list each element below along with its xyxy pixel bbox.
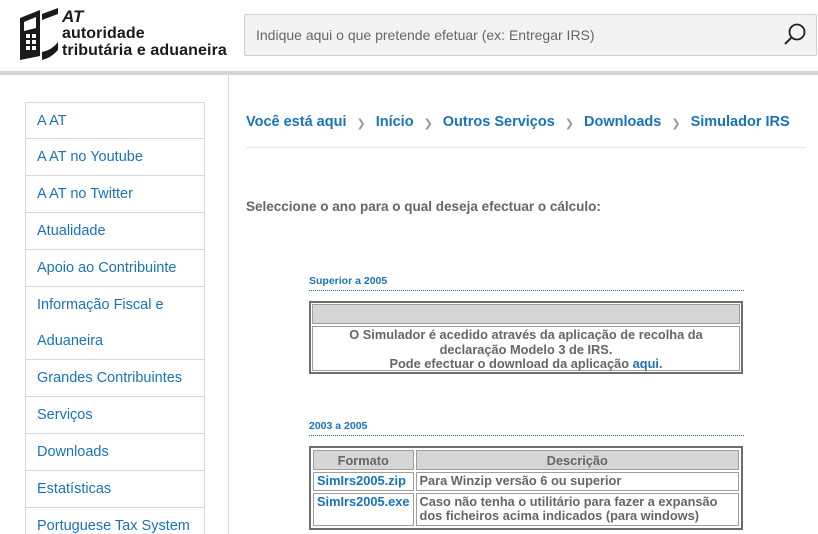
sidebar-item-informacao[interactable]: Informação Fiscal e Aduaneira (25, 287, 205, 360)
breadcrumb: Você está aqui ❯ Início ❯ Outros Serviços ❯ Do… (246, 114, 790, 130)
logo-line-2: tributária e aduaneira (62, 42, 227, 59)
message-line-3: Pode efectuar o download da aplicação aq… (313, 356, 739, 372)
at-emblem-icon (20, 8, 58, 60)
downloads-table: Formato Descrição SimIrs2005.zip Para Wi… (309, 446, 743, 530)
sidebar-item-estatisticas[interactable]: Estatísticas (25, 471, 205, 508)
file-description: Para Winzip versão 6 ou superior (415, 472, 739, 491)
logo-at: AT (62, 7, 84, 26)
sidebar-nav: A AT A AT no Youtube A AT no Twitter Atu… (25, 102, 205, 534)
breadcrumb-inicio[interactable]: Início (376, 114, 414, 130)
message-line-3-text: Pode efectuar o download da aplicação (389, 356, 633, 371)
sidebar-divider (228, 75, 229, 534)
column-header-descricao: Descrição (415, 450, 739, 470)
search-box (244, 14, 817, 56)
file-link-exe[interactable]: SimIrs2005.exe (313, 492, 414, 526)
sidebar-item-grandes[interactable]: Grandes Contribuintes (25, 360, 205, 397)
header-divider (0, 71, 818, 75)
breadcrumb-downloads[interactable]: Downloads (584, 114, 661, 130)
chevron-right-icon: ❯ (564, 118, 575, 130)
logo-wordmark: AT autoridade tributária e aduaneira (62, 8, 227, 59)
table-header-bar (312, 304, 740, 324)
file-description: Caso não tenha o utilitário para fazer a… (415, 492, 739, 526)
file-link-zip[interactable]: SimIrs2005.zip (313, 472, 414, 491)
sidebar-item-youtube[interactable]: A AT no Youtube (25, 139, 205, 176)
logo-line-1: autoridade (62, 25, 145, 42)
section-divider (309, 290, 744, 291)
breadcrumb-lead: Você está aqui (246, 114, 347, 130)
chevron-right-icon: ❯ (356, 118, 366, 130)
chevron-right-icon: ❯ (423, 118, 433, 130)
site-header: AT autoridade tributária e aduaneira (0, 0, 818, 71)
section-title-2003-2005: 2003 a 2005 (309, 420, 368, 432)
search-icon (784, 23, 806, 45)
search-input[interactable] (245, 15, 775, 55)
superior-info-table: O Simulador é acedido através da aplicaç… (309, 301, 743, 374)
breadcrumb-simulador-irs[interactable]: Simulador IRS (691, 114, 790, 130)
section-title-superior: Superior a 2005 (309, 275, 388, 287)
message-line-2: declaração Modelo 3 de IRS. (439, 341, 613, 357)
table-header-row: Formato Descrição (313, 450, 739, 470)
sidebar-item-servicos[interactable]: Serviços (25, 397, 205, 434)
section-divider (309, 435, 744, 436)
sidebar-item-atualidade[interactable]: Atualidade (25, 213, 205, 250)
table-row: SimIrs2005.zip Para Winzip versão 6 ou s… (313, 472, 739, 491)
message-line-3-end: . (658, 356, 663, 371)
sidebar-item-downloads[interactable]: Downloads (25, 434, 205, 471)
sidebar-item-tax-system[interactable]: Portuguese Tax System (25, 508, 205, 534)
sidebar-item-apoio[interactable]: Apoio ao Contribuinte (25, 250, 205, 287)
intro-text: Seleccione o ano para o qual deseja efec… (246, 199, 601, 214)
message-line-1: O Simulador é acedido através da aplicaç… (349, 327, 703, 342)
table-row: SimIrs2005.exe Caso não tenha o utilitár… (313, 492, 739, 526)
sidebar-item-a-at[interactable]: A AT (25, 102, 205, 139)
column-header-formato: Formato (313, 450, 414, 470)
breadcrumb-outros-servicos[interactable]: Outros Serviços (443, 114, 555, 130)
search-button[interactable] (782, 22, 808, 48)
breadcrumb-divider (246, 147, 806, 148)
download-app-link[interactable]: aqui (633, 356, 659, 371)
chevron-right-icon: ❯ (671, 118, 681, 130)
at-logo[interactable]: AT autoridade tributária e aduaneira (18, 6, 233, 64)
sidebar-item-twitter[interactable]: A AT no Twitter (25, 176, 205, 213)
superior-message: O Simulador é acedido através da aplicaç… (312, 326, 740, 371)
